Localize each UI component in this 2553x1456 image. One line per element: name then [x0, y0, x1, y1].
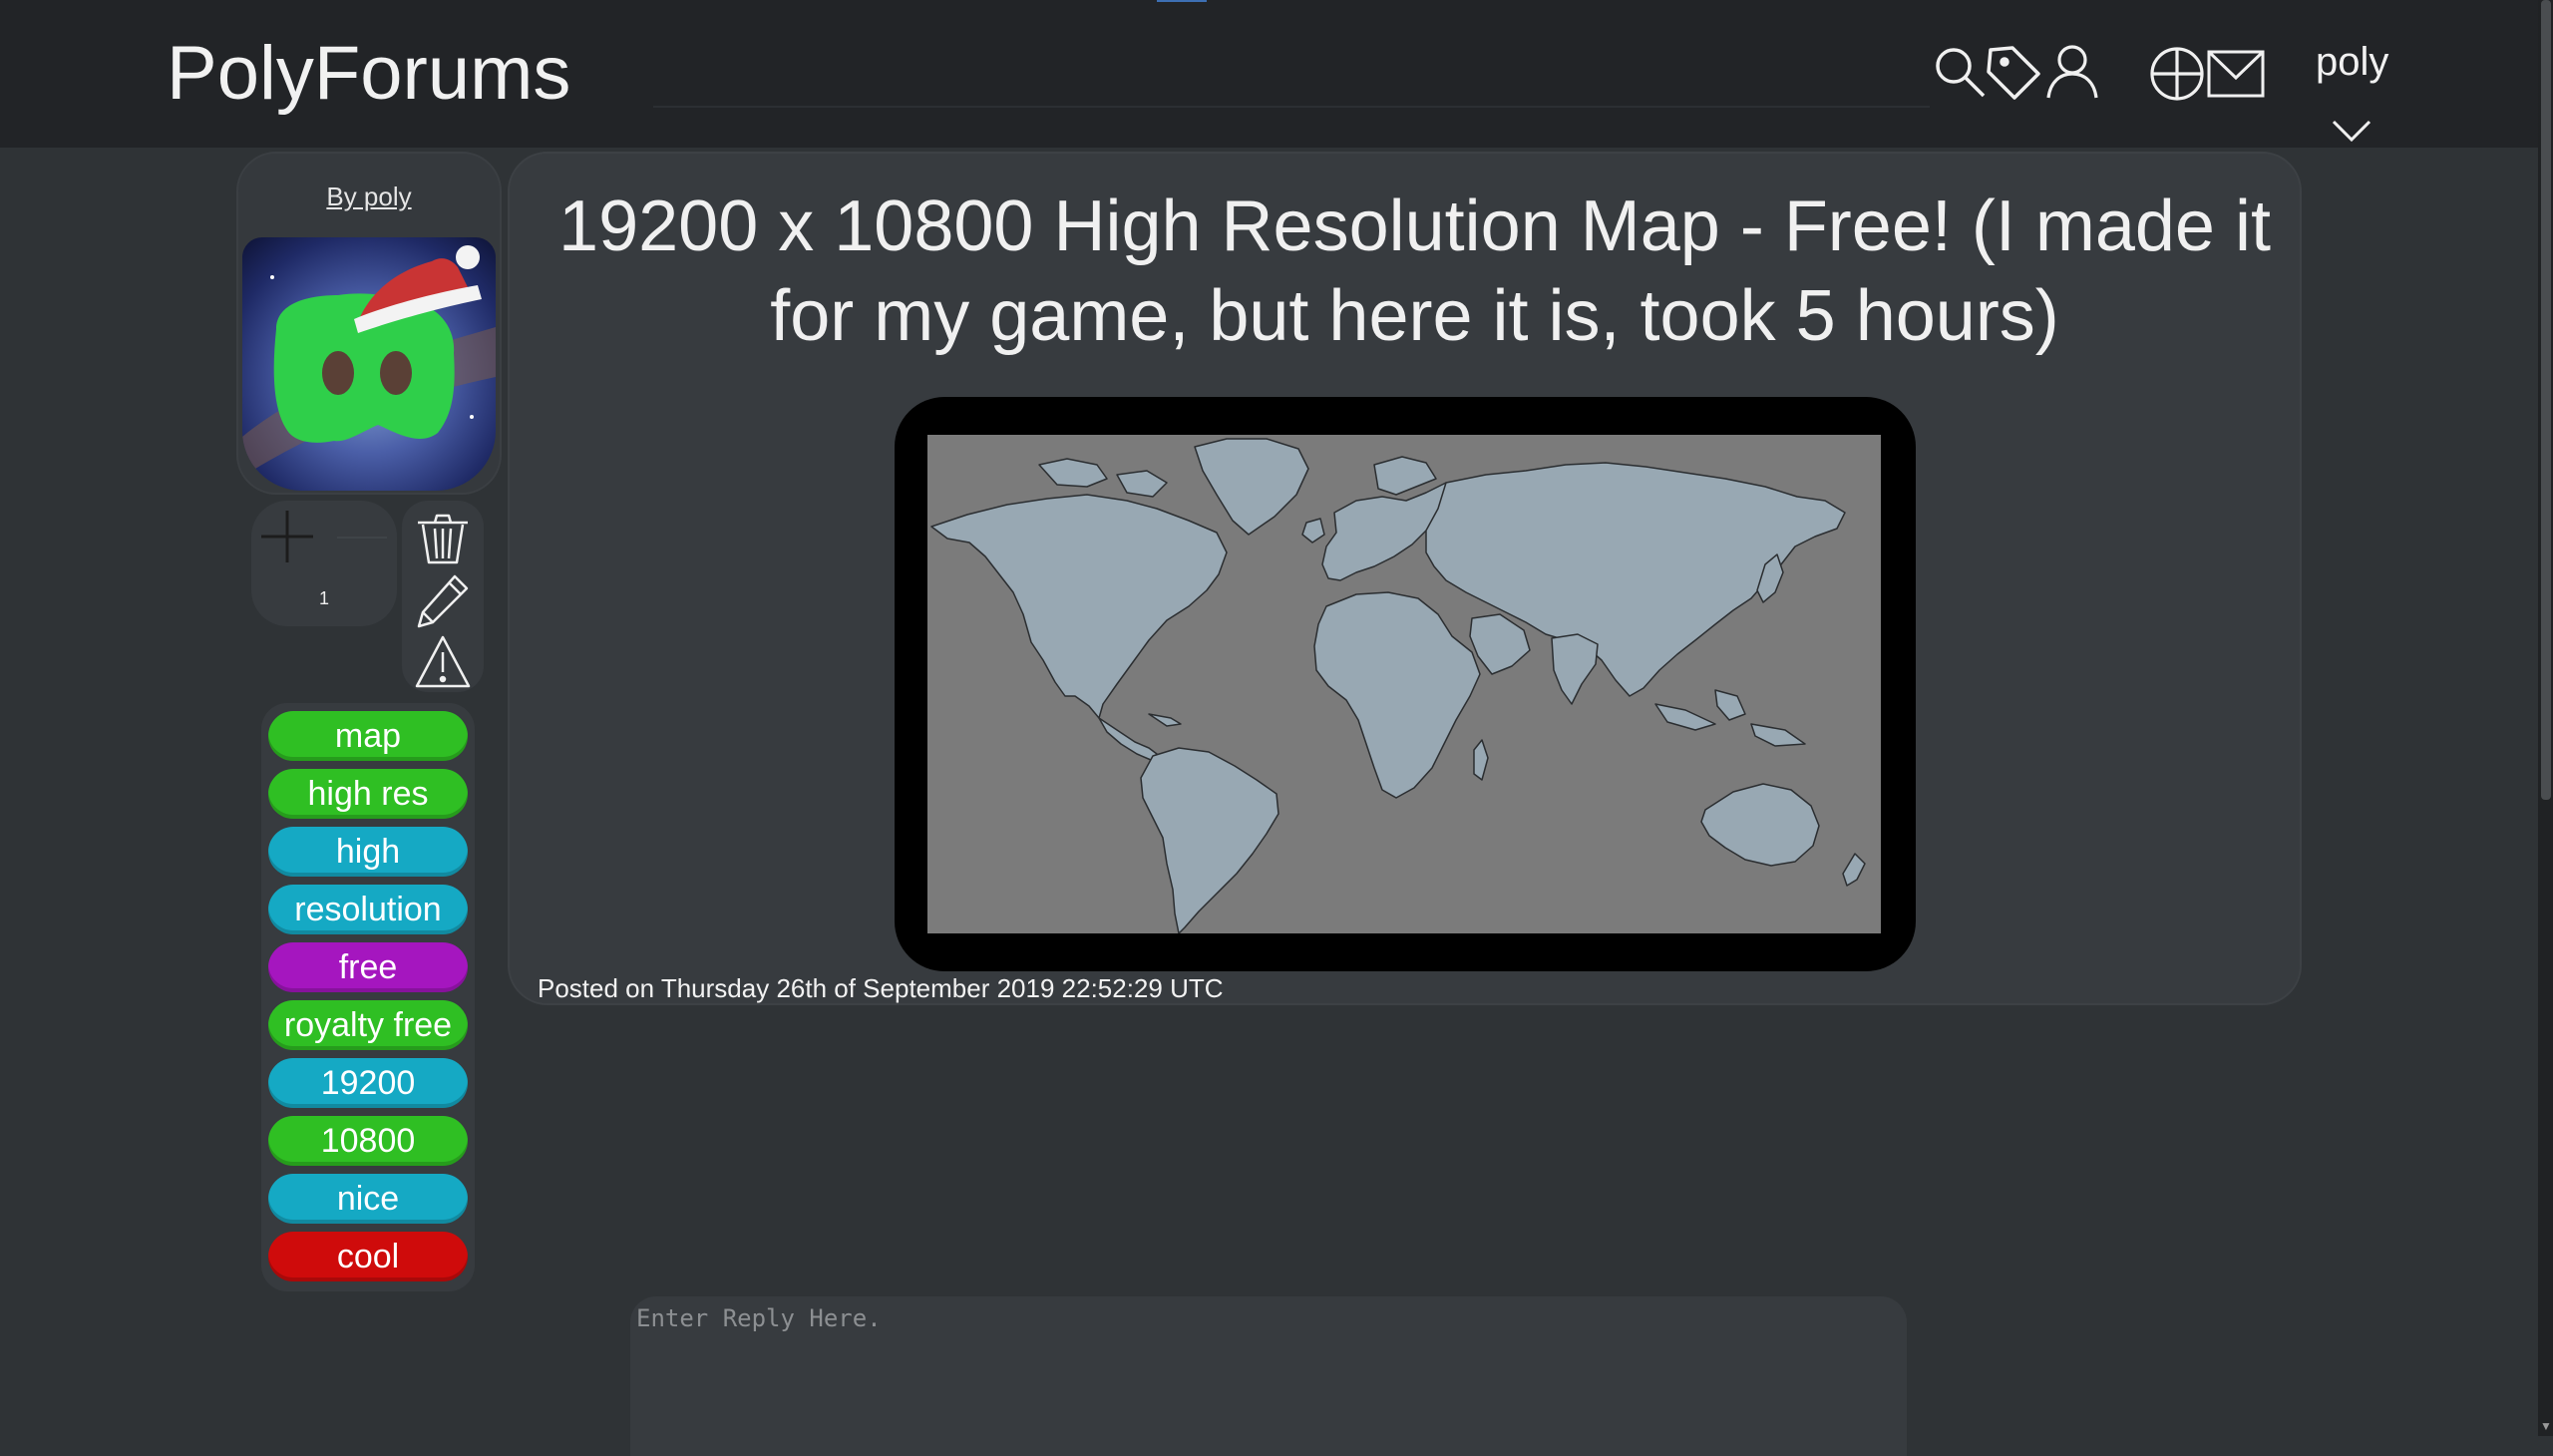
scroll-down-arrow-icon[interactable]: ▼: [2540, 1420, 2552, 1432]
search-icon[interactable]: [1930, 42, 1990, 102]
upvote-plus-icon[interactable]: [259, 509, 315, 564]
user-icon[interactable]: [2040, 42, 2100, 102]
trash-icon[interactable]: [415, 511, 471, 566]
tag-list: map high res high resolution free royalt…: [261, 703, 475, 1291]
tag-free[interactable]: free: [268, 942, 468, 992]
tag-high[interactable]: high: [268, 827, 468, 877]
header-divider: [653, 106, 1930, 108]
tag-royalty-free[interactable]: royalty free: [268, 1000, 468, 1050]
world-map-image: [927, 435, 1881, 933]
post-title: 19200 x 10800 High Resolution Map - Free…: [558, 186, 2271, 356]
tag-icon[interactable]: [1985, 42, 2044, 102]
tag-high-res[interactable]: high res: [268, 769, 468, 819]
vote-count: 1: [318, 588, 329, 608]
top-indicator: [1157, 0, 1207, 2]
tag-cool[interactable]: cool: [268, 1232, 468, 1281]
avatar[interactable]: [242, 237, 496, 491]
tag-10800[interactable]: 10800: [268, 1116, 468, 1166]
site-logo[interactable]: PolyForums: [167, 30, 570, 117]
reply-input[interactable]: [630, 1296, 1907, 1456]
scrollbar-thumb[interactable]: [2541, 0, 2551, 800]
chevron-down-icon[interactable]: [2332, 120, 2371, 143]
post-image-frame[interactable]: [895, 397, 1916, 971]
author-card: By poly: [236, 152, 502, 495]
post-card: 19200 x 10800 High Resolution Map - Free…: [508, 152, 2302, 1005]
username[interactable]: poly: [2316, 40, 2388, 85]
mail-icon[interactable]: [2207, 50, 2265, 100]
tag-map[interactable]: map: [268, 711, 468, 761]
edit-icon[interactable]: [415, 572, 471, 628]
report-icon[interactable]: [415, 634, 471, 690]
downvote-minus-icon[interactable]: [337, 537, 387, 539]
tag-resolution[interactable]: resolution: [268, 885, 468, 934]
post-timestamp: Posted on Thursday 26th of September 201…: [538, 973, 1224, 1003]
create-post-icon[interactable]: [2149, 46, 2205, 102]
author-link[interactable]: By poly: [238, 182, 500, 212]
post-actions: [402, 501, 484, 692]
vote-box: 1: [251, 501, 397, 626]
tag-19200[interactable]: 19200: [268, 1058, 468, 1108]
tag-nice[interactable]: nice: [268, 1174, 468, 1224]
